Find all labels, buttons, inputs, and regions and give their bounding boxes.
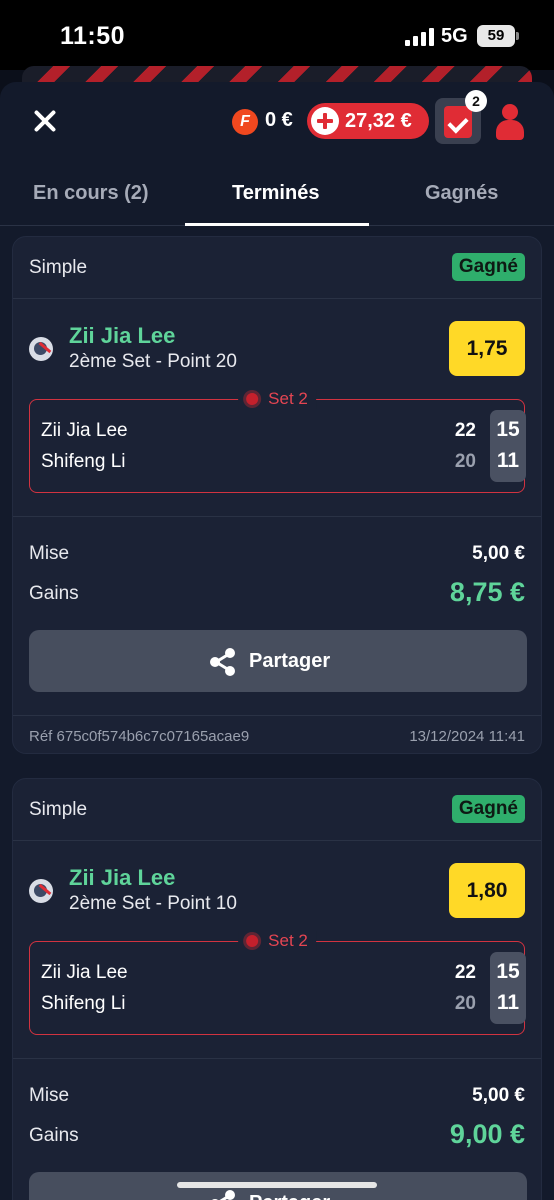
divider — [13, 715, 541, 716]
stake-label: Mise — [29, 543, 70, 564]
odds-badge: 1,75 — [449, 321, 525, 376]
team-1-points: 22 — [454, 420, 476, 441]
team-1-set-score: 15 — [496, 418, 520, 441]
freebet-coin-icon: F — [232, 109, 258, 135]
team-2-name: Shifeng Li — [41, 993, 126, 1014]
bet-type: Simple — [29, 257, 88, 278]
stake-value: 5,00 € — [472, 1085, 525, 1106]
team-2-set-score: 11 — [496, 991, 520, 1014]
share-icon — [210, 648, 235, 676]
cellular-signal-icon — [405, 28, 435, 46]
divider — [13, 516, 541, 517]
team-2-points: 20 — [454, 993, 476, 1014]
close-icon[interactable] — [32, 108, 58, 134]
wallet-balance: 27,32 € — [345, 110, 412, 132]
status-bar: 11:50 5G 59 — [0, 0, 554, 70]
add-funds-icon — [311, 107, 339, 135]
betslip-count-badge: 2 — [465, 90, 487, 112]
set-label: Set 2 — [268, 389, 308, 408]
stake-label: Mise — [29, 1085, 70, 1106]
set-label: Set 2 — [268, 931, 308, 950]
status-badge: Gagné — [451, 253, 525, 281]
wallet-balance-button[interactable]: 27,32 € — [307, 103, 429, 139]
live-scoreboard: Set 2 Zii Jia Lee Shifeng Li 22 20 15 11 — [29, 389, 526, 493]
gains-value: 9,00 € — [449, 1119, 525, 1149]
share-label: Partager — [249, 650, 331, 672]
team-2-name: Shifeng Li — [41, 451, 126, 472]
market-name: 2ème Set - Point 20 — [69, 351, 237, 372]
team-2-points: 20 — [454, 451, 476, 472]
divider — [13, 298, 541, 299]
stake-value: 5,00 € — [472, 543, 525, 564]
team-1-points: 22 — [454, 962, 476, 983]
my-bets-sheet: F 0 € 27,32 € 2 En cours (2) Terminés Ga… — [0, 82, 554, 1200]
gains-label: Gains — [29, 583, 79, 604]
badminton-icon — [29, 879, 53, 903]
home-indicator[interactable] — [177, 1182, 377, 1188]
gains-value: 8,75 € — [449, 577, 525, 607]
ticket-check-icon — [444, 106, 472, 138]
bet-date: 13/12/2024 11:41 — [409, 728, 525, 745]
gains-label: Gains — [29, 1125, 79, 1146]
selection-name: Zii Jia Lee — [69, 865, 176, 890]
badminton-icon — [29, 337, 53, 361]
tab-en-cours[interactable]: En cours (2) — [33, 182, 149, 205]
set-score-column: 15 11 — [490, 410, 526, 482]
betslip-button[interactable]: 2 — [435, 90, 487, 144]
bets-tabs: En cours (2) Terminés Gagnés — [0, 172, 554, 226]
bet-type: Simple — [29, 799, 88, 820]
share-button[interactable]: Partager — [29, 630, 527, 692]
team-2-set-score: 11 — [496, 449, 520, 472]
selection-name: Zii Jia Lee — [69, 323, 176, 348]
set-score-column: 15 11 — [490, 952, 526, 1024]
freebet-balance[interactable]: 0 € — [265, 109, 293, 132]
live-dot-icon — [246, 393, 259, 405]
share-icon — [212, 1190, 235, 1200]
profile-icon[interactable] — [496, 104, 524, 140]
share-label: Partager — [249, 1192, 330, 1200]
status-time: 11:50 — [60, 22, 126, 50]
team-1-set-score: 15 — [496, 960, 520, 983]
bet-reference: Réf 675c0f574b6c7c07165acae9 — [29, 728, 250, 745]
team-1-name: Zii Jia Lee — [41, 962, 128, 983]
network-type: 5G — [441, 25, 468, 47]
battery-icon: 59 — [477, 25, 519, 47]
bet-card: Simple Gagné Zii Jia Lee 2ème Set - Poin… — [12, 236, 542, 754]
status-badge: Gagné — [451, 795, 525, 823]
divider — [13, 840, 541, 841]
active-tab-indicator — [185, 223, 369, 226]
live-scoreboard: Set 2 Zii Jia Lee Shifeng Li 22 20 15 11 — [29, 931, 526, 1035]
odds-badge: 1,80 — [449, 863, 525, 918]
divider — [13, 1058, 541, 1059]
tab-gagnes[interactable]: Gagnés — [425, 182, 498, 205]
market-name: 2ème Set - Point 10 — [69, 893, 237, 914]
bet-card: Simple Gagné Zii Jia Lee 2ème Set - Poin… — [12, 778, 542, 1200]
tab-termines[interactable]: Terminés — [232, 182, 319, 205]
live-dot-icon — [246, 935, 259, 947]
team-1-name: Zii Jia Lee — [41, 420, 128, 441]
